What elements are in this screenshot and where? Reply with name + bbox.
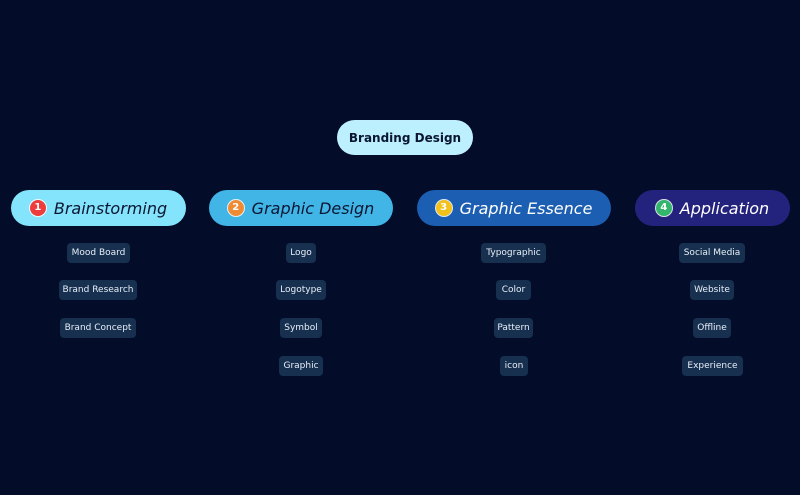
branch-graphic-design: 2 Graphic Design (209, 190, 393, 226)
branch-number-4-badge: 4 (655, 200, 672, 216)
branch-application: 4 Application (635, 190, 790, 226)
branch-number-3-badge: 3 (435, 200, 452, 216)
leaf-symbol: Symbol (280, 318, 322, 338)
leaf-social-media: Social Media (679, 243, 745, 263)
root-label: Branding Design (348, 130, 462, 145)
leaf-experience: Experience (682, 356, 743, 376)
branding-mindmap: Branding Design 1 Brainstorming 2 Graphi… (0, 0, 800, 495)
branch-number-2-badge: 2 (227, 200, 244, 216)
leaf-website: Website (690, 280, 734, 300)
leaf-icon: icon (500, 356, 528, 376)
branch-label-graphic-essence: Graphic Essence (459, 198, 593, 218)
branch-label-graphic-design: Graphic Design (251, 198, 375, 218)
leaf-mood-board: Mood Board (67, 243, 130, 263)
leaf-brand-concept: Brand Concept (60, 318, 136, 338)
leaf-typographic: Typographic (481, 243, 546, 263)
branch-label-brainstorming: Brainstorming (53, 198, 168, 218)
branch-number-1-badge: 1 (29, 200, 46, 216)
leaf-graphic: Graphic (279, 356, 323, 376)
leaf-logotype: Logotype (276, 280, 326, 300)
branch-brainstorming: 1 Brainstorming (11, 190, 186, 226)
branch-label-application: Application (679, 198, 770, 218)
root-node: Branding Design (337, 120, 473, 155)
leaf-pattern: Pattern (494, 318, 533, 338)
leaf-color: Color (496, 280, 531, 300)
leaf-logo: Logo (286, 243, 316, 263)
leaf-offline: Offline (693, 318, 731, 338)
branch-graphic-essence: 3 Graphic Essence (417, 190, 611, 226)
leaf-brand-research: Brand Research (59, 280, 137, 300)
